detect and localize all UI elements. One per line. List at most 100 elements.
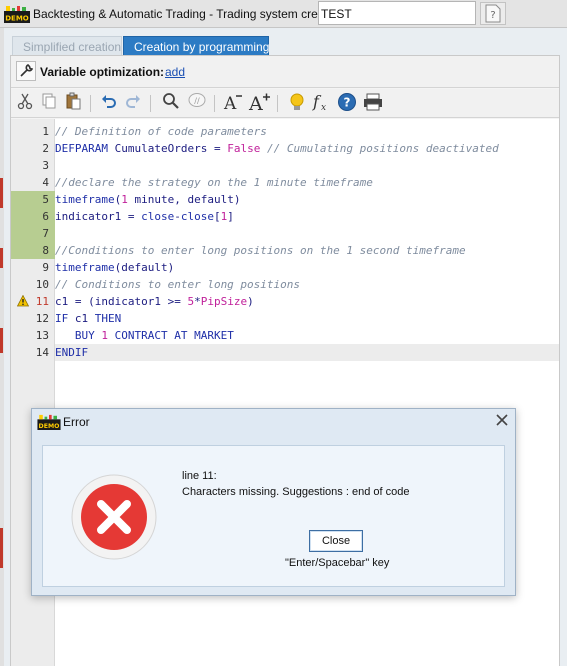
code-token: - [174,210,181,223]
tab-creation-by-programming[interactable]: Creation by programming [123,36,269,55]
dialog-body: line 11: Characters missing. Suggestions… [42,445,505,587]
warning-icon[interactable] [17,295,29,307]
code-token: minute, default) [127,193,241,206]
print-icon[interactable] [362,92,384,114]
logo-text: DEMO [5,15,29,23]
code-token: 1 [121,193,128,206]
bulb-icon[interactable] [286,92,308,114]
add-variable-link[interactable]: add [165,65,185,79]
help-button[interactable]: ? [480,2,506,25]
line-number: 3 [42,159,49,172]
code-line[interactable]: IF c1 THEN [55,310,559,327]
left-strip-mark [0,248,3,268]
svg-text:A: A [223,94,237,112]
code-token: PipSize [200,295,248,308]
code-token: c1 [68,312,95,325]
code-line[interactable] [55,225,559,242]
wrench-icon[interactable] [16,61,36,81]
code-token: = [207,142,228,155]
toolbar-separator [90,95,91,112]
left-strip-mark [0,328,3,353]
line-number: 4 [42,176,49,189]
code-token: False [227,142,261,155]
toolbar-separator [277,95,278,112]
code-token: // Cumulating positions deactivated [260,142,499,155]
error-line-number: line 11: [182,470,217,482]
code-line[interactable]: //declare the strategy on the 1 minute t… [55,174,559,191]
code-token: close [180,210,214,223]
toolbar-separator [214,95,215,112]
code-line[interactable]: indicator1 = close-close[1] [55,208,559,225]
demo-logo-icon: DEMO [37,414,61,430]
keyboard-hint: "Enter/Spacebar" key [285,557,390,569]
system-name-field[interactable]: TEST [318,1,476,25]
function-icon[interactable]: fx [310,92,332,114]
svg-text:?: ? [344,96,351,110]
code-token: THEN [94,312,122,325]
svg-text://: // [194,97,200,106]
error-message: Characters missing. Suggestions : end of… [182,486,410,498]
code-token: close [141,210,175,223]
code-token: ] [227,210,234,223]
code-line[interactable]: ENDIF [55,344,559,361]
dialog-title: Error [63,415,90,429]
code-line[interactable] [55,157,559,174]
line-number: 6 [42,210,49,223]
code-line[interactable]: timeframe(default) [55,259,559,276]
code-token: ENDIF [55,346,89,359]
logo-text: DEMO [39,423,60,430]
font-increase-icon[interactable]: A [248,92,270,115]
comment-icon[interactable]: // [186,92,208,114]
code-line[interactable]: BUY 1 CONTRACT AT MARKET [55,327,559,344]
svg-text:?: ? [490,10,495,21]
window-titlebar: DEMO Backtesting & Automatic Trading - T… [0,0,567,28]
copy-icon[interactable] [38,92,60,114]
undo-icon[interactable] [98,92,120,114]
code-line[interactable]: c1 = (indicator1 >= 5*PipSize) [55,293,559,310]
paste-icon[interactable] [62,92,84,114]
code-token: //declare the strategy on the 1 minute t… [55,176,373,189]
code-token: timeframe [55,261,115,274]
tab-bar: Simplified creation Creation by programm… [4,28,567,55]
redo-icon[interactable] [122,92,144,114]
window-title: Backtesting & Automatic Trading - Tradin… [33,7,344,21]
code-token: (default) [114,261,175,274]
code-line[interactable]: DEFPARAM CumulateOrders = False // Cumul… [55,140,559,157]
variable-optimization-bar: Variable optimization: add [11,56,559,88]
line-number: 9 [42,261,49,274]
code-line[interactable]: //Conditions to enter long positions on … [55,242,559,259]
cut-icon[interactable] [14,92,36,114]
toolbar-separator [150,95,151,112]
error-dialog: DEMO Error line 11: Characters missing. … [31,408,516,596]
line-number: 8 [42,244,49,257]
code-line[interactable]: // Conditions to enter long positions [55,276,559,293]
code-token: [ [213,210,221,223]
left-strip-mark [0,178,3,208]
variable-optimization-label: Variable optimization: [40,65,165,79]
line-number: 13 [35,329,49,342]
code-token: timeframe [55,193,115,206]
error-icon [71,474,157,560]
editor-toolbar: // A A fx ? [11,89,559,118]
font-decrease-icon[interactable]: A [222,92,244,114]
search-icon[interactable] [160,92,182,114]
help-icon[interactable]: ? [336,92,358,114]
code-line[interactable]: timeframe(1 minute, default) [55,191,559,208]
close-icon[interactable] [494,413,510,429]
code-line[interactable]: // Definition of code parameters [55,123,559,140]
line-number: 7 [42,227,49,240]
code-token: // Conditions to enter long positions [55,278,301,291]
svg-text:x: x [321,103,326,112]
tab-simplified-creation[interactable]: Simplified creation [12,36,122,55]
line-number: 2 [42,142,49,155]
code-token: CONTRACT AT MARKET [108,329,234,342]
code-token: DEFPARAM [55,142,115,155]
left-strip-mark [0,528,3,568]
line-number: 5 [42,193,49,206]
close-button[interactable]: Close [309,530,363,552]
line-number: 10 [35,278,49,291]
help-doc-icon: ? [485,4,501,23]
code-token: c1 = (indicator1 >= [55,295,188,308]
code-token: IF [55,312,69,325]
